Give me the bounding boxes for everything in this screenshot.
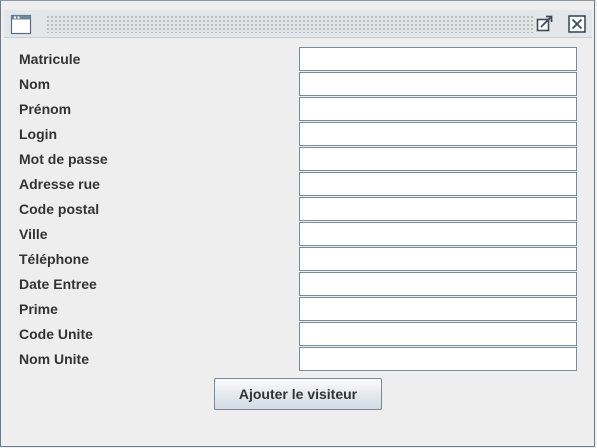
close-icon[interactable] xyxy=(567,14,587,34)
prenom-field[interactable] xyxy=(299,97,577,121)
login-field[interactable] xyxy=(299,122,577,146)
code-postal-field[interactable] xyxy=(299,197,577,221)
prime-field[interactable] xyxy=(299,297,577,321)
form-row-prime: Prime xyxy=(4,297,592,322)
label-login: Login xyxy=(19,126,58,142)
label-date-entree: Date Entree xyxy=(19,276,97,292)
telephone-field[interactable] xyxy=(299,247,577,271)
adresse-rue-field[interactable] xyxy=(299,172,577,196)
form-row-code-unite: Code Unite xyxy=(4,322,592,347)
label-matricule: Matricule xyxy=(19,51,81,67)
label-ville: Ville xyxy=(19,226,48,242)
label-code-postal: Code postal xyxy=(19,201,100,217)
date-entree-field[interactable] xyxy=(299,272,577,296)
label-prime: Prime xyxy=(19,301,58,317)
form-row-matricule: Matricule xyxy=(4,47,592,72)
mot-de-passe-field[interactable] xyxy=(299,147,577,171)
label-mot-de-passe: Mot de passe xyxy=(19,151,108,167)
form-row-login: Login xyxy=(4,122,592,147)
label-prenom: Prénom xyxy=(19,101,72,117)
code-unite-field[interactable] xyxy=(299,322,577,346)
form-row-nom: Nom xyxy=(4,72,592,97)
window-icon xyxy=(10,14,32,35)
form-row-adresse-rue: Adresse rue xyxy=(4,172,592,197)
title-bar[interactable] xyxy=(4,10,592,38)
form-row-mot-de-passe: Mot de passe xyxy=(4,147,592,172)
title-bar-grip[interactable] xyxy=(46,15,534,33)
nom-unite-field[interactable] xyxy=(299,347,577,371)
label-nom: Nom xyxy=(19,76,51,92)
form-row-prenom: Prénom xyxy=(4,97,592,122)
form-row-date-entree: Date Entree xyxy=(4,272,592,297)
form-row-code-postal: Code postal xyxy=(4,197,592,222)
label-telephone: Téléphone xyxy=(19,251,90,267)
nom-field[interactable] xyxy=(299,72,577,96)
add-visitor-button[interactable]: Ajouter le visiteur xyxy=(214,378,382,410)
matricule-field[interactable] xyxy=(299,47,577,71)
label-code-unite: Code Unite xyxy=(19,326,93,342)
ville-field[interactable] xyxy=(299,222,577,246)
visitor-form: Matricule Nom Prénom Login Mot de passe … xyxy=(4,39,592,444)
form-row-nom-unite: Nom Unite xyxy=(4,347,592,372)
label-nom-unite: Nom Unite xyxy=(19,351,89,367)
internal-frame-window: Matricule Nom Prénom Login Mot de passe … xyxy=(0,0,595,447)
maximize-icon[interactable] xyxy=(535,14,555,34)
label-adresse-rue: Adresse rue xyxy=(19,176,100,192)
form-row-telephone: Téléphone xyxy=(4,247,592,272)
form-row-ville: Ville xyxy=(4,222,592,247)
